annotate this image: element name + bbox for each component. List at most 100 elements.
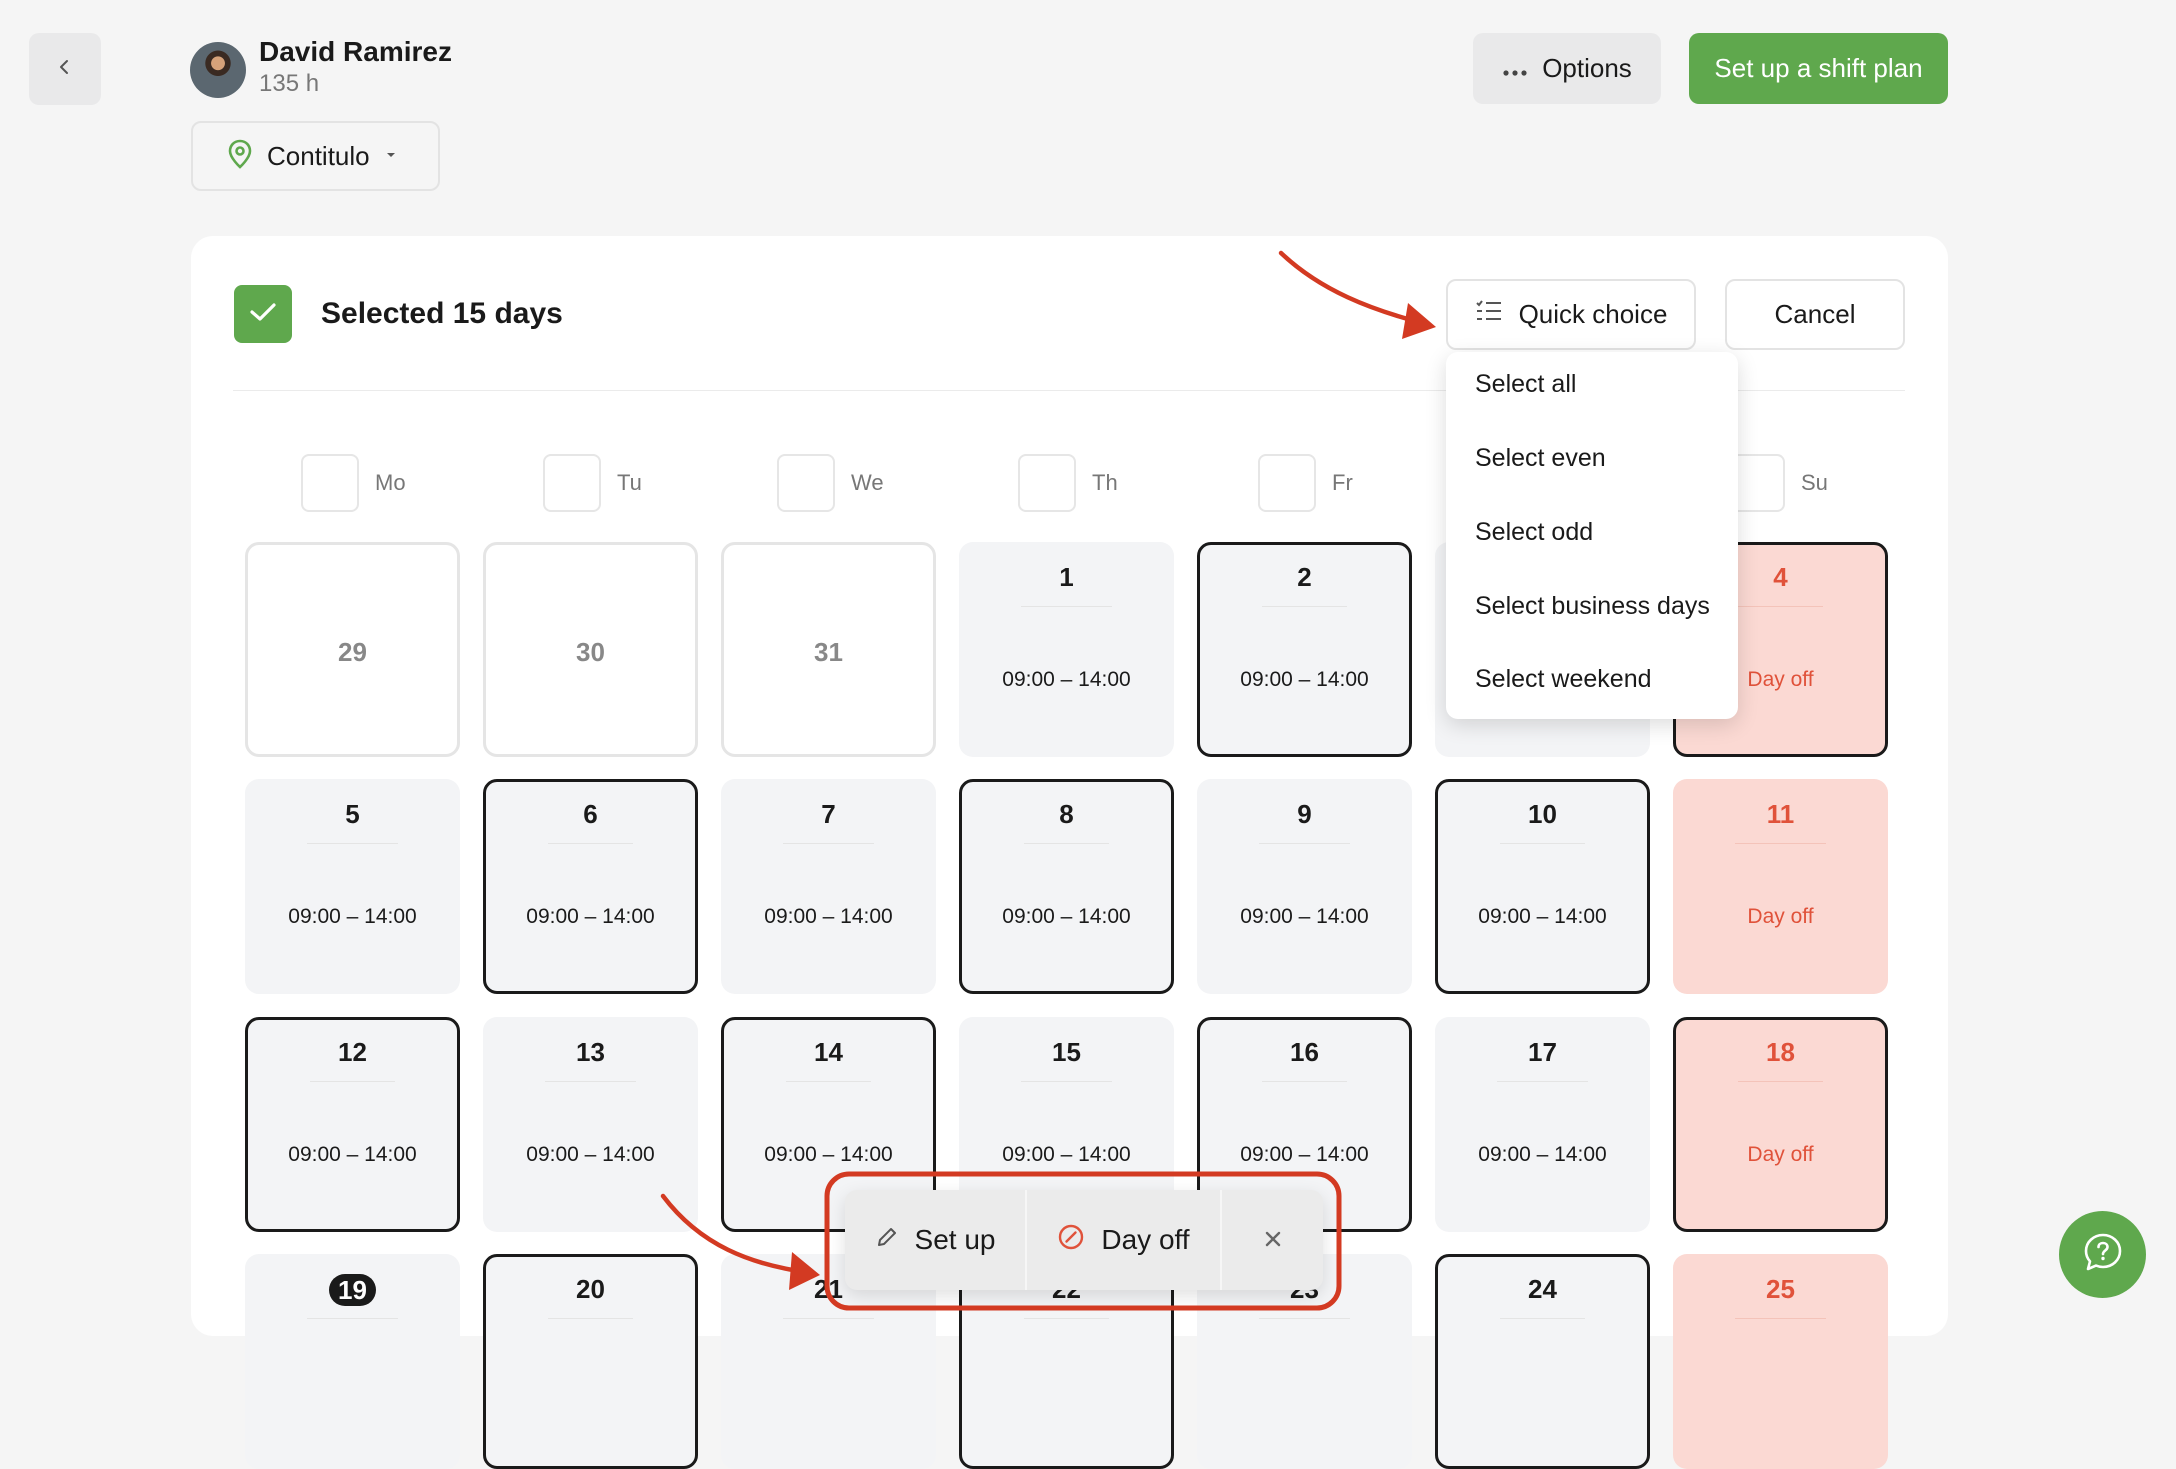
calendar-day-19[interactable]: 19 [245,1254,460,1469]
day-number: 29 [338,637,367,667]
calendar-day-5[interactable]: 5 09:00 – 14:00 [245,779,460,994]
day-separator [1738,1081,1823,1082]
location-select[interactable]: Contitulo [191,121,440,191]
calendar-day-7[interactable]: 7 09:00 – 14:00 [721,779,936,994]
day-separator [1024,843,1109,844]
options-label: Options [1542,53,1632,83]
menu-item-select-business-days[interactable]: Select business days [1475,592,1710,621]
menu-item-select-weekend[interactable]: Select weekend [1475,665,1652,694]
weekday-checkbox[interactable] [1258,454,1316,512]
day-separator [786,1081,871,1082]
shift-time: 09:00 – 14:00 [1240,668,1369,691]
weekday-checkbox[interactable] [777,454,835,512]
weekday-label: Mo [375,470,406,495]
menu-item-select-odd[interactable]: Select odd [1475,518,1593,547]
select-all-checkbox[interactable] [234,285,292,343]
day-number: 2 [1297,562,1312,592]
day-number: 8 [1059,799,1074,829]
weekday-label: Tu [617,470,642,495]
weekday-su[interactable]: Su [1727,453,1828,513]
day-separator [1259,843,1350,844]
day-number: 18 [1766,1037,1795,1067]
options-button[interactable]: Options [1473,33,1661,104]
day-off-button[interactable]: Day off [1027,1190,1222,1290]
day-off-label: Day off [1101,1224,1190,1255]
location-label: Contitulo [267,140,370,171]
day-number: 9 [1297,799,1312,829]
calendar-day-25[interactable]: 25 [1673,1254,1888,1469]
selected-days-count: Selected 15 days [321,297,563,330]
day-number: 17 [1528,1037,1557,1067]
cancel-button[interactable]: Cancel [1725,279,1905,350]
calendar-day-31[interactable]: 31 [721,542,936,757]
pencil-icon [875,1224,899,1256]
today-badge: 19 [329,1274,376,1306]
set-up-shift-plan-button[interactable]: Set up a shift plan [1689,33,1948,104]
calendar-day-6[interactable]: 6 09:00 – 14:00 [483,779,698,994]
shift-time: 09:00 – 14:00 [1240,905,1369,928]
calendar-day-17[interactable]: 17 09:00 – 14:00 [1435,1017,1650,1232]
shift-time: 09:00 – 14:00 [288,905,417,928]
shift-time: 09:00 – 14:00 [1478,1143,1607,1166]
day-separator [1024,1318,1109,1319]
shift-time: 09:00 – 14:00 [1002,1143,1131,1166]
back-button[interactable] [29,33,101,105]
shift-time: 09:00 – 14:00 [526,1143,655,1166]
weekday-mo[interactable]: Mo [301,453,406,513]
day-number: 14 [814,1037,843,1067]
day-off-label: Day off [1747,1143,1814,1166]
calendar-day-24[interactable]: 24 [1435,1254,1650,1469]
calendar-day-29[interactable]: 29 [245,542,460,757]
day-separator [548,1318,633,1319]
calendar-day-1[interactable]: 1 09:00 – 14:00 [959,542,1174,757]
day-number: 12 [338,1037,367,1067]
calendar-day-20[interactable]: 20 [483,1254,698,1469]
checkmark-icon [248,300,278,329]
employee-hours: 135 h [259,70,320,97]
calendar-day-10[interactable]: 10 09:00 – 14:00 [1435,779,1650,994]
calendar-day-9[interactable]: 9 09:00 – 14:00 [1197,779,1412,994]
day-separator [307,1318,398,1319]
weekday-th[interactable]: Th [1018,453,1118,513]
selection-action-bar: Set up Day off [845,1190,1323,1290]
shift-time: 09:00 – 14:00 [1002,668,1131,691]
quick-choice-menu: Select all Select even Select odd Select… [1446,352,1738,719]
day-number: 1 [1059,562,1074,592]
weekday-tu[interactable]: Tu [543,453,642,513]
calendar-day-12[interactable]: 12 09:00 – 14:00 [245,1017,460,1232]
quick-choice-button[interactable]: Quick choice [1446,279,1696,350]
day-separator [1497,1081,1588,1082]
set-up-button[interactable]: Set up [845,1190,1027,1290]
day-separator [545,1081,636,1082]
help-chat-button[interactable] [2059,1211,2146,1298]
shift-time: 09:00 – 14:00 [764,905,893,928]
day-separator [307,843,398,844]
calendar-day-2[interactable]: 2 09:00 – 14:00 [1197,542,1412,757]
day-separator [1735,843,1826,844]
day-separator [1259,1318,1350,1319]
day-separator [548,843,633,844]
menu-item-select-all[interactable]: Select all [1475,370,1576,399]
day-number: 16 [1290,1037,1319,1067]
day-separator [1262,606,1347,607]
day-number: 11 [1766,799,1795,829]
weekday-we[interactable]: We [777,453,884,513]
calendar-day-13[interactable]: 13 09:00 – 14:00 [483,1017,698,1232]
shift-time: 09:00 – 14:00 [526,905,655,928]
menu-item-select-even[interactable]: Select even [1475,444,1606,473]
weekday-checkbox[interactable] [543,454,601,512]
calendar-day-11[interactable]: 11 Day off [1673,779,1888,994]
day-number: 24 [1528,1274,1557,1304]
weekday-fr[interactable]: Fr [1258,453,1353,513]
day-separator [1021,606,1112,607]
close-action-bar-button[interactable] [1222,1190,1323,1290]
calendar-day-8[interactable]: 8 09:00 – 14:00 [959,779,1174,994]
weekday-checkbox[interactable] [1018,454,1076,512]
day-separator [1735,1318,1826,1319]
weekday-checkbox[interactable] [301,454,359,512]
calendar-day-18[interactable]: 18 Day off [1673,1017,1888,1232]
day-number: 15 [1052,1037,1081,1067]
day-number: 25 [1766,1274,1795,1304]
calendar-day-30[interactable]: 30 [483,542,698,757]
close-icon [1263,1224,1283,1256]
